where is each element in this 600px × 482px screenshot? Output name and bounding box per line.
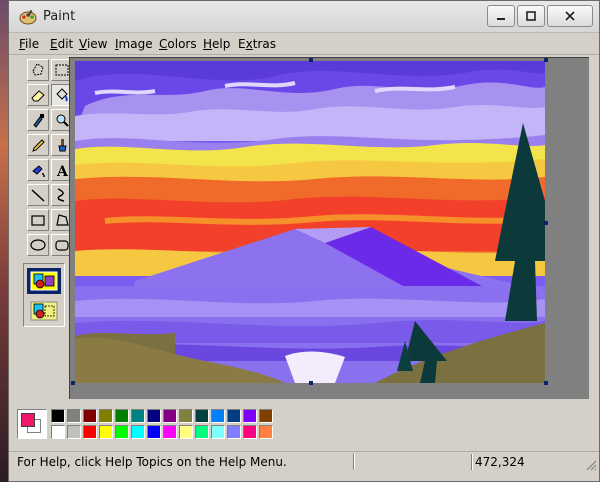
palette-swatch[interactable] bbox=[83, 425, 97, 439]
palette-swatch[interactable] bbox=[67, 409, 81, 423]
palette-swatch[interactable] bbox=[179, 409, 193, 423]
palette-swatch[interactable] bbox=[147, 425, 161, 439]
rectangle-icon bbox=[31, 215, 45, 226]
menu-file[interactable]: File bbox=[19, 37, 39, 51]
tool-pencil[interactable] bbox=[27, 134, 49, 156]
tool-eraser[interactable] bbox=[27, 84, 49, 106]
palette-swatch[interactable] bbox=[83, 409, 97, 423]
palette-swatch[interactable] bbox=[115, 409, 129, 423]
palette-swatch[interactable] bbox=[179, 425, 193, 439]
transparent-fill-icon bbox=[30, 301, 58, 321]
palette-swatch[interactable] bbox=[227, 425, 241, 439]
palette-swatch[interactable] bbox=[259, 409, 273, 423]
opaque-fill-icon bbox=[30, 271, 58, 291]
pick-color-icon bbox=[33, 114, 44, 128]
paint-window: Paint File Edit View Image Colors Help Extras … bbox=[8, 0, 600, 482]
tool-ellipse[interactable] bbox=[27, 234, 49, 256]
resize-handle-bottom-right[interactable] bbox=[544, 381, 548, 385]
palette-swatch[interactable] bbox=[51, 409, 65, 423]
menu-bar: File Edit View Image Colors Help Extras bbox=[9, 33, 599, 55]
palette-swatch[interactable] bbox=[99, 409, 113, 423]
close-icon bbox=[565, 11, 575, 21]
palette-swatch[interactable] bbox=[163, 425, 177, 439]
palette-swatch[interactable] bbox=[211, 425, 225, 439]
minimize-button[interactable] bbox=[487, 5, 515, 27]
palette-swatch[interactable] bbox=[99, 425, 113, 439]
resize-handle-bottom[interactable] bbox=[309, 381, 313, 385]
menu-image[interactable]: Image bbox=[115, 37, 153, 51]
resize-handle-bottom-left[interactable] bbox=[71, 381, 75, 385]
painting-image bbox=[75, 61, 545, 383]
status-bar: For Help, click Help Topics on the Help … bbox=[9, 451, 599, 473]
color-palette bbox=[9, 401, 599, 447]
palette-swatch[interactable] bbox=[163, 409, 177, 423]
palette-swatch[interactable] bbox=[115, 425, 129, 439]
menu-extras[interactable]: Extras bbox=[238, 37, 276, 51]
menu-view[interactable]: View bbox=[79, 37, 107, 51]
palette-swatch[interactable] bbox=[131, 409, 145, 423]
current-colors[interactable] bbox=[17, 409, 47, 439]
palette-swatch[interactable] bbox=[131, 425, 145, 439]
line-icon bbox=[31, 189, 45, 202]
tool-free-form-select[interactable] bbox=[27, 59, 49, 81]
free-form-select-icon bbox=[32, 63, 44, 76]
resize-handle-top-right[interactable] bbox=[544, 58, 548, 62]
ellipse-icon bbox=[30, 239, 46, 251]
drawing-canvas[interactable] bbox=[75, 61, 545, 383]
pencil-icon bbox=[32, 139, 45, 152]
fill-option-transparent[interactable] bbox=[27, 298, 61, 324]
menu-edit[interactable]: Edit bbox=[50, 37, 73, 51]
cursor-coordinates: 472,324 bbox=[475, 455, 525, 469]
tool-rectangle[interactable] bbox=[27, 209, 49, 231]
fill-option-opaque[interactable] bbox=[27, 268, 61, 294]
close-button[interactable] bbox=[547, 5, 593, 27]
title-bar[interactable]: Paint bbox=[9, 1, 599, 33]
palette-swatch[interactable] bbox=[67, 425, 81, 439]
minimize-icon bbox=[497, 18, 505, 20]
palette-swatch[interactable] bbox=[259, 425, 273, 439]
palette-swatch[interactable] bbox=[227, 409, 241, 423]
tool-airbrush[interactable] bbox=[27, 159, 49, 181]
palette-swatch[interactable] bbox=[211, 409, 225, 423]
resize-grip-icon[interactable] bbox=[585, 459, 597, 471]
eraser-icon bbox=[31, 90, 45, 102]
maximize-button[interactable] bbox=[517, 5, 545, 27]
foreground-color-swatch[interactable] bbox=[21, 413, 35, 427]
status-separator bbox=[471, 454, 473, 470]
palette-swatch[interactable] bbox=[243, 409, 257, 423]
palette-swatch[interactable] bbox=[195, 425, 209, 439]
palette-swatch[interactable] bbox=[51, 425, 65, 439]
menu-colors[interactable]: Colors bbox=[159, 37, 197, 51]
resize-handle-top[interactable] bbox=[309, 58, 313, 62]
paint-app-icon bbox=[19, 9, 37, 25]
tool-pick-color[interactable] bbox=[27, 109, 49, 131]
status-separator bbox=[353, 454, 355, 470]
airbrush-icon bbox=[32, 165, 45, 177]
svg-text:A: A bbox=[56, 164, 69, 179]
maximize-icon bbox=[526, 11, 536, 21]
palette-swatch[interactable] bbox=[243, 425, 257, 439]
tool-line[interactable] bbox=[27, 184, 49, 206]
palette-swatch[interactable] bbox=[195, 409, 209, 423]
palette-swatch[interactable] bbox=[147, 409, 161, 423]
status-help-text: For Help, click Help Topics on the Help … bbox=[17, 455, 287, 469]
menu-help[interactable]: Help bbox=[203, 37, 230, 51]
tool-options bbox=[23, 263, 65, 327]
window-title: Paint bbox=[43, 9, 76, 24]
resize-handle-right[interactable] bbox=[544, 221, 548, 225]
